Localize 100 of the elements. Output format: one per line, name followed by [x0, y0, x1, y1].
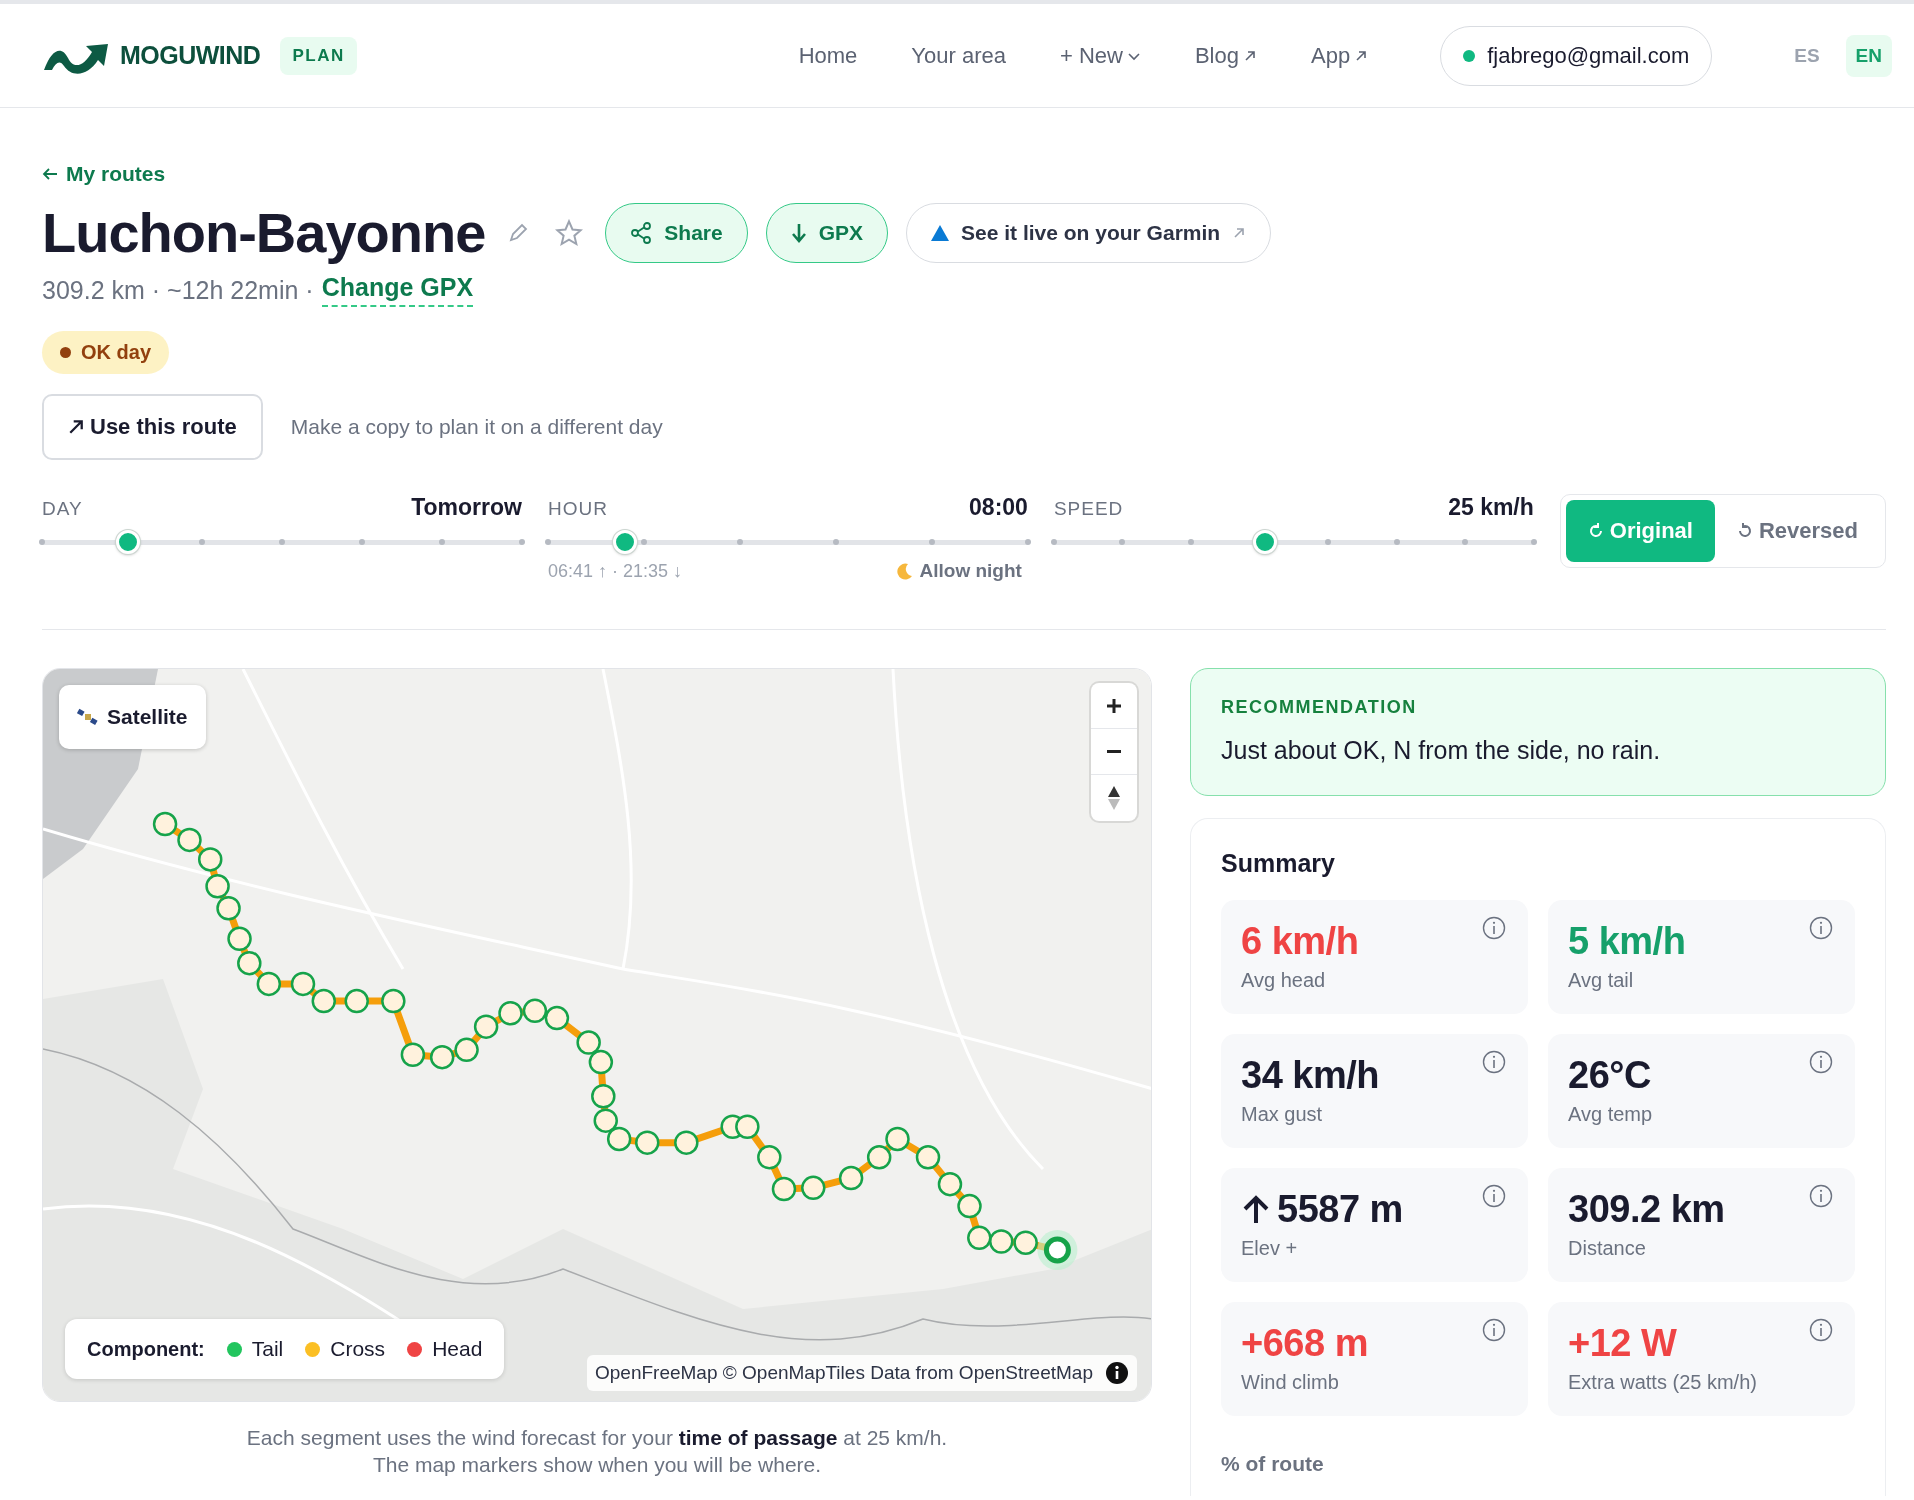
nav-link[interactable]: Your area: [911, 42, 1006, 69]
use-route-hint: Make a copy to plan it on a different day: [290, 415, 663, 439]
slider-label: HOUR: [547, 498, 608, 520]
route-marker[interactable]: [198, 847, 223, 872]
slider-value: 08:00: [969, 494, 1028, 521]
slider-value: Tomorrow: [411, 494, 522, 521]
route-marker[interactable]: [205, 874, 230, 899]
route-title: Luchon-Bayonne: [42, 200, 486, 265]
nav-link[interactable]: Home: [798, 42, 858, 69]
download-button[interactable]: GPX: [765, 202, 889, 263]
route-marker[interactable]: [989, 1229, 1014, 1254]
route-marker[interactable]: [915, 1145, 941, 1170]
stat-value: 34 km/h: [1241, 1054, 1380, 1097]
share-icon: [630, 221, 653, 244]
slider-label: SPEED: [1053, 498, 1124, 520]
slider-thumb[interactable]: [1253, 530, 1278, 554]
legend-label: Tail: [251, 1337, 284, 1361]
route-marker[interactable]: [838, 1165, 864, 1191]
route-marker[interactable]: [771, 1176, 797, 1202]
compass-icon: [1107, 785, 1121, 811]
arrow-left-icon: [42, 167, 58, 181]
route-marker[interactable]: [429, 1044, 455, 1070]
recommendation-text: Just about OK, N from the side, no rain.: [1221, 736, 1662, 765]
route-meta: 309.2 km · ~12h 22min ·: [42, 275, 314, 305]
route-marker[interactable]: [227, 926, 252, 952]
slider-label: DAY: [42, 498, 83, 520]
route-marker[interactable]: [400, 1042, 426, 1067]
route-marker[interactable]: [1013, 1230, 1038, 1255]
slider-value: 25 km/h: [1448, 494, 1534, 521]
star-icon: [555, 218, 584, 247]
brand-name: MOGUWIND: [120, 41, 261, 70]
satellite-button[interactable]: Satellite: [59, 685, 206, 749]
route-marker[interactable]: [473, 1014, 499, 1039]
route-marker[interactable]: [544, 1005, 570, 1031]
route-marker[interactable]: [290, 971, 316, 997]
stat-label: Avg head: [1241, 969, 1327, 992]
account-button[interactable]: fjabrego@gmail.com: [1440, 25, 1713, 86]
nav-link[interactable]: App: [1311, 42, 1369, 69]
minus-icon: [1106, 750, 1122, 753]
change-gpx-link[interactable]: Change GPX: [321, 273, 474, 307]
route-marker[interactable]: [801, 1175, 826, 1201]
route-marker[interactable]: [498, 1001, 523, 1026]
route-marker[interactable]: [735, 1114, 760, 1139]
map-caption: Each segment uses the wind forecast for your time of passage at 25 km/h.: [246, 1425, 948, 1451]
route-marker[interactable]: [635, 1130, 660, 1155]
info-icon[interactable]: [1105, 1361, 1129, 1385]
moon-icon: [895, 562, 914, 580]
status-badge: OK day: [42, 331, 170, 374]
route-marker[interactable]: [237, 950, 262, 976]
language-button[interactable]: EN: [1845, 34, 1892, 77]
route-marker[interactable]: [674, 1130, 699, 1155]
route-marker[interactable]: [454, 1037, 479, 1063]
recommendation-title: RECOMMENDATION: [1221, 697, 1418, 718]
stat-label: Avg tail: [1568, 969, 1635, 992]
stat-value: 6 km/h: [1241, 920, 1359, 963]
route-marker[interactable]: [885, 1126, 910, 1152]
stat-value: 5587 m: [1277, 1188, 1403, 1231]
legend-label: Cross: [330, 1337, 386, 1361]
route-marker[interactable]: [866, 1145, 892, 1170]
route-marker[interactable]: [591, 1084, 616, 1109]
rotate-icon: [1587, 522, 1604, 540]
route-marker[interactable]: [177, 827, 202, 853]
nav-link[interactable]: + New: [1059, 42, 1141, 69]
stat-value: +12 W: [1568, 1322, 1677, 1365]
attribution-text: OpenFreeMap © OpenMapTiles Data from OpenStreetMap: [594, 1362, 1093, 1384]
share-button[interactable]: Share: [605, 202, 748, 263]
route-marker[interactable]: [937, 1171, 963, 1197]
route-marker[interactable]: [588, 1049, 614, 1075]
route-marker[interactable]: [757, 1145, 782, 1170]
route-share-heading: % of route: [1221, 1452, 1325, 1476]
back-link[interactable]: My routes: [42, 162, 166, 186]
route-marker[interactable]: [606, 1126, 632, 1152]
stat-value: 5 km/h: [1568, 920, 1686, 963]
slider-thumb[interactable]: [116, 530, 141, 554]
route-marker[interactable]: [593, 1108, 618, 1133]
stat-value: 309.2 km: [1568, 1188, 1725, 1231]
route-marker[interactable]: [957, 1193, 982, 1219]
online-status-icon: [1463, 49, 1476, 62]
route-marker[interactable]: [576, 1030, 601, 1055]
garmin-button[interactable]: See it live on your Garmin: [906, 202, 1272, 263]
rotate-icon: [1736, 522, 1753, 540]
stat-value: +668 m: [1241, 1322, 1368, 1365]
allow-night-toggle[interactable]: Allow night: [889, 559, 1028, 583]
stat-label: Wind climb: [1241, 1371, 1340, 1394]
stat-value: 26°C: [1568, 1054, 1651, 1097]
route-marker[interactable]: [152, 811, 178, 837]
pencil-icon: [507, 221, 530, 244]
arrow-up-icon: [1241, 1194, 1271, 1225]
nav-link[interactable]: Blog: [1194, 42, 1257, 69]
stat-label: Max gust: [1241, 1103, 1324, 1126]
use-route-button[interactable]: Use this route: [42, 394, 263, 460]
route-marker[interactable]: [522, 998, 548, 1024]
stat-label: Avg temp: [1568, 1103, 1654, 1126]
slider-thumb[interactable]: [612, 530, 637, 554]
sun-times: 06:41 ↑ · 21:35 ↓: [547, 560, 683, 582]
route-marker[interactable]: [344, 988, 369, 1014]
route-marker[interactable]: [216, 896, 241, 921]
route-marker[interactable]: [311, 988, 336, 1014]
route-marker[interactable]: [256, 971, 282, 997]
route-marker[interactable]: [381, 988, 406, 1014]
